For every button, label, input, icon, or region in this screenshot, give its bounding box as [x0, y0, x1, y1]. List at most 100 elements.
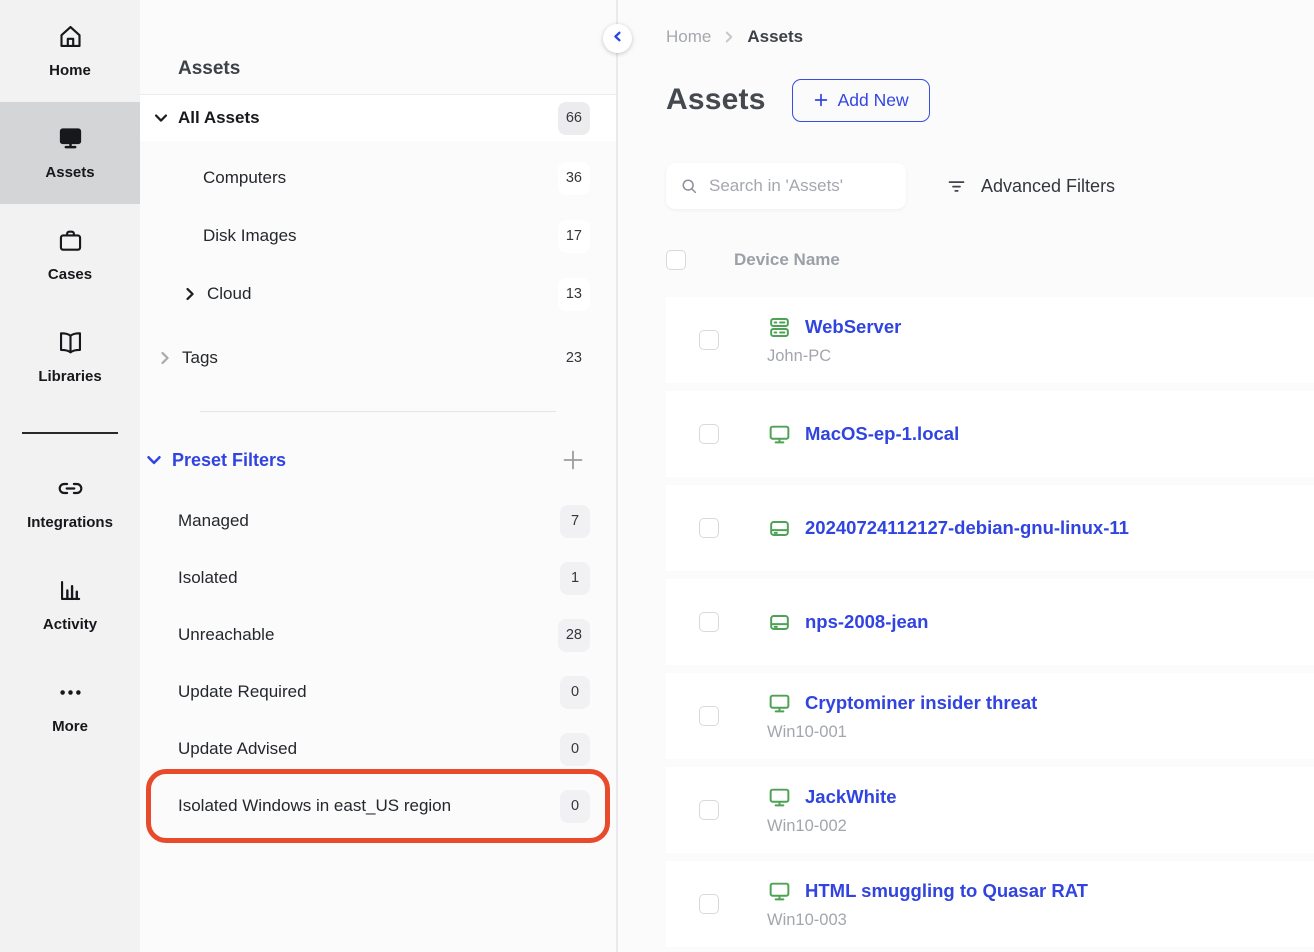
add-new-button[interactable]: Add New: [792, 79, 930, 122]
tree-item-tags[interactable]: Tags 23: [140, 335, 616, 381]
device-name-link[interactable]: 20240724112127-debian-gnu-linux-11: [805, 517, 1129, 539]
device-name-link[interactable]: HTML smuggling to Quasar RAT: [805, 880, 1088, 902]
search-row: Advanced Filters: [666, 163, 1314, 209]
device-subtitle: Win10-002: [767, 817, 897, 836]
device-name-link[interactable]: Cryptominer insider threat: [805, 692, 1037, 714]
home-icon: [57, 23, 84, 50]
count-badge: 23: [558, 342, 590, 375]
add-preset-filter-button[interactable]: [562, 449, 584, 471]
ellipsis-icon: [57, 679, 84, 706]
row-checkbox[interactable]: [699, 894, 719, 914]
main-sidebar: Home Assets Cases Libraries Integrations Acti…: [0, 0, 140, 952]
table-row[interactable]: JackWhite Win10-002: [666, 767, 1314, 853]
count-badge: 28: [558, 619, 590, 652]
breadcrumb-home-link[interactable]: Home: [666, 27, 711, 47]
monitor-icon: [767, 691, 792, 716]
device-name-link[interactable]: JackWhite: [805, 786, 897, 808]
device-subtitle: John-PC: [767, 347, 901, 366]
sidebar-item-cases[interactable]: Cases: [0, 204, 140, 306]
tree-item-label: Tags: [182, 348, 218, 368]
advanced-filters-label: Advanced Filters: [981, 176, 1115, 197]
preset-filter-unreachable[interactable]: Unreachable 28: [140, 613, 616, 657]
chevron-down-icon[interactable]: [152, 109, 170, 127]
row-checkbox[interactable]: [699, 800, 719, 820]
preset-filter-isolated-windows-in-east_us-region[interactable]: Isolated Windows in east_US region0: [140, 784, 616, 828]
table-row[interactable]: Cryptominer insider threatWin10-001: [666, 673, 1314, 759]
preset-filter-label: Isolated: [178, 568, 238, 588]
tree-item-label: Computers: [203, 168, 286, 188]
search-icon: [680, 177, 699, 196]
book-open-icon: [57, 329, 84, 356]
count-badge: 0: [560, 790, 590, 823]
sidebar-item-label: Cases: [48, 266, 92, 283]
device-cell: Cryptominer insider threatWin10-001: [767, 691, 1037, 742]
monitor-filled-icon: [57, 125, 84, 152]
chevron-right-icon[interactable]: [156, 349, 174, 367]
select-all-checkbox[interactable]: [666, 250, 686, 270]
preset-filter-label: Update Required: [178, 682, 307, 702]
server-stack-icon: [767, 315, 792, 340]
filter-icon: [946, 176, 967, 197]
preset-filter-managed[interactable]: Managed7: [140, 499, 616, 543]
link-icon: [57, 475, 84, 502]
table-row[interactable]: MacOS-ep-1.local: [666, 391, 1314, 477]
row-checkbox[interactable]: [699, 518, 719, 538]
row-checkbox[interactable]: [699, 612, 719, 632]
table-row[interactable]: HTML smuggling to Quasar RAT Win10-003: [666, 861, 1314, 947]
count-badge: 1: [560, 562, 590, 595]
chevron-right-icon: [721, 29, 737, 45]
tree-item-computers[interactable]: Computers36: [140, 155, 616, 201]
tree-item-all-assets[interactable]: All Assets66: [140, 95, 616, 141]
sidebar-item-label: Home: [49, 62, 91, 79]
row-checkbox[interactable]: [699, 706, 719, 726]
collapse-panel-button[interactable]: [603, 24, 632, 53]
tree-panel-title: Assets: [140, 0, 616, 94]
device-name-link[interactable]: WebServer: [805, 316, 901, 338]
tree-item-disk-images[interactable]: Disk Images17: [140, 213, 616, 259]
hard-drive-icon: [767, 516, 792, 541]
monitor-icon: [767, 422, 792, 447]
sidebar-item-home[interactable]: Home: [0, 0, 140, 102]
row-checkbox[interactable]: [699, 424, 719, 444]
preset-filters-header[interactable]: Preset Filters: [140, 444, 616, 476]
tree-item-cloud[interactable]: Cloud 13: [140, 271, 616, 317]
device-cell: JackWhite Win10-002: [767, 785, 897, 836]
sidebar-item-more[interactable]: More: [0, 656, 140, 758]
sidebar-item-label: Libraries: [38, 368, 101, 385]
table-row[interactable]: nps-2008-jean: [666, 579, 1314, 665]
sidebar-item-libraries[interactable]: Libraries: [0, 306, 140, 408]
search-input[interactable]: [709, 176, 892, 196]
table-header: Device Name: [666, 250, 1314, 270]
device-name-link[interactable]: nps-2008-jean: [805, 611, 928, 633]
preset-filter-isolated[interactable]: Isolated 1: [140, 556, 616, 600]
breadcrumb: Home Assets: [666, 26, 1314, 48]
sidebar-item-assets[interactable]: Assets: [0, 102, 140, 204]
preset-filter-label: Unreachable: [178, 625, 274, 645]
chevron-right-icon[interactable]: [181, 285, 199, 303]
bar-chart-icon: [57, 577, 84, 604]
chevron-left-icon: [611, 30, 624, 48]
count-badge: 0: [560, 733, 590, 766]
row-checkbox[interactable]: [699, 330, 719, 350]
monitor-icon: [767, 879, 792, 904]
sidebar-item-activity[interactable]: Activity: [0, 554, 140, 656]
device-name-link[interactable]: MacOS-ep-1.local: [805, 423, 959, 445]
count-badge: 13: [558, 278, 590, 311]
assets-tree-panel: Assets All Assets66 Computers36 Disk Image…: [140, 0, 618, 952]
preset-filter-update-required[interactable]: Update Required 0: [140, 670, 616, 714]
count-badge: 0: [560, 676, 590, 709]
preset-filters-title: Preset Filters: [172, 450, 286, 471]
table-row[interactable]: 20240724112127-debian-gnu-linux-11: [666, 485, 1314, 571]
device-subtitle: Win10-003: [767, 911, 1088, 930]
sidebar-item-label: Activity: [43, 616, 97, 633]
tree-item-label: All Assets: [178, 108, 260, 128]
preset-filter-update-advised[interactable]: Update Advised0: [140, 727, 616, 771]
tree-item-label: Cloud: [207, 284, 251, 304]
count-badge: 17: [558, 220, 590, 253]
advanced-filters-button[interactable]: Advanced Filters: [946, 176, 1115, 197]
asset-table: WebServer John-PC MacOS-ep-1.local 20240724…: [666, 297, 1314, 947]
sidebar-item-integrations[interactable]: Integrations: [0, 452, 140, 554]
preset-filters-list: Managed7 Isolated 1 Unreachable 28 Update Req…: [140, 499, 616, 828]
table-row[interactable]: WebServer John-PC: [666, 297, 1314, 383]
preset-filter-label: Managed: [178, 511, 249, 531]
